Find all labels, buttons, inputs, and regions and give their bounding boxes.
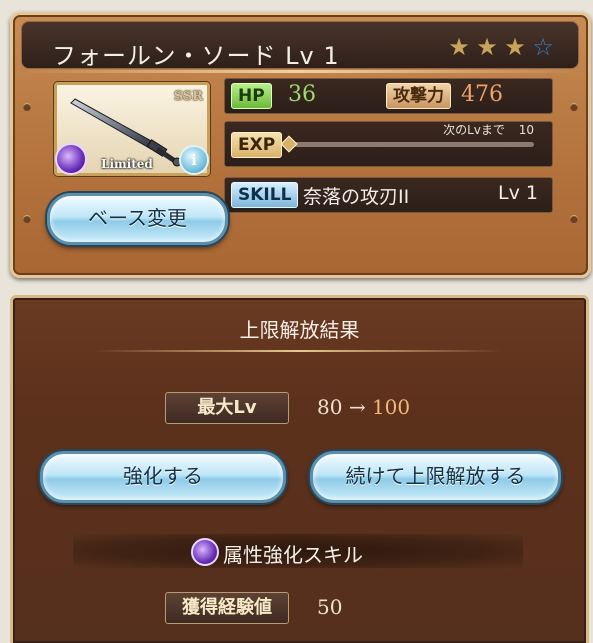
enhance-button[interactable]: 強化する (40, 451, 286, 503)
exp-next-value: 10 (518, 123, 534, 137)
info-icon[interactable]: i (179, 145, 209, 175)
arrow-icon: → (348, 395, 366, 419)
exp-label: EXP (231, 132, 283, 158)
exp-progress-marker (280, 135, 298, 153)
star-filled-icon: ★ (448, 33, 470, 61)
hp-label: HP (231, 83, 272, 109)
weapon-name: フォールン・ソード Lv 1 (52, 42, 340, 70)
divider (93, 350, 503, 352)
exp-next-label: 次のLvまで (443, 123, 505, 137)
weapon-title-bar: フォールン・ソード Lv 1 ★ ★ ★ ☆ (21, 21, 579, 70)
skill-name: 奈落の攻刃II (303, 186, 410, 208)
exp-row: EXP 次のLvまで 10 (224, 121, 553, 167)
divider (21, 70, 577, 73)
attack-value: 476 (461, 82, 503, 107)
skill-label: SKILL (231, 182, 299, 208)
skill-level: Lv 1 (498, 182, 538, 204)
dark-element-icon (191, 538, 219, 566)
panel-title: 上限解放結果 (239, 318, 360, 342)
star-rating: ★ ★ ★ ☆ (448, 33, 554, 61)
max-level-change: 80 → 100 (317, 395, 410, 419)
exp-next-text: 次のLvまで 10 (443, 121, 534, 138)
rarity-badge: SSR (173, 89, 203, 104)
attack-label: 攻撃力 (386, 83, 451, 109)
rivet (570, 215, 578, 223)
continue-uncap-button[interactable]: 続けて上限解放する (310, 451, 561, 503)
weapon-detail-card: フォールン・ソード Lv 1 ★ ★ ★ ☆ SSR Limited i HP … (10, 12, 591, 278)
star-filled-icon: ★ (504, 33, 526, 61)
rivet (570, 103, 578, 111)
hp-atk-row: HP 36 攻撃力 476 (224, 78, 553, 114)
skill-unlock-text: 属性強化スキル (223, 543, 363, 567)
skill-row[interactable]: SKILL 奈落の攻刃II Lv 1 (224, 177, 553, 213)
max-level-label: 最大Lv (165, 392, 289, 424)
hp-value: 36 (288, 82, 316, 107)
star-filled-icon: ★ (476, 33, 498, 61)
weapon-portrait[interactable]: SSR Limited i (54, 82, 210, 176)
max-level-old: 80 (317, 395, 343, 419)
exp-gain-label: 獲得経験値 (165, 592, 289, 624)
rivet (23, 103, 31, 111)
exp-gain-value: 50 (317, 595, 343, 619)
rivet (23, 215, 31, 223)
star-empty-icon: ☆ (532, 33, 554, 61)
base-change-button[interactable]: ベース変更 (47, 193, 228, 245)
dark-element-icon (55, 143, 87, 175)
exp-progress-bar (291, 142, 534, 147)
limited-label: Limited (101, 157, 153, 171)
max-level-new: 100 (371, 395, 411, 419)
